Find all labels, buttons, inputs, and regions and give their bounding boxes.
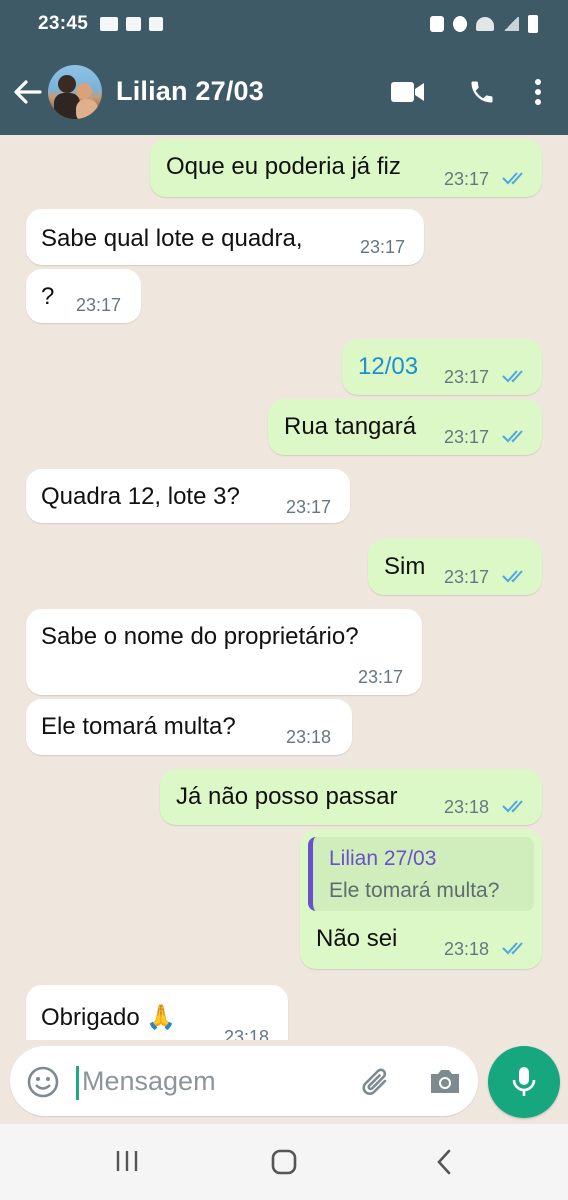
alarm-icon [453,16,467,32]
message-field[interactable]: Mensagem [10,1046,478,1116]
message-text: Já não posso passar [176,783,398,810]
message-text: Oque eu poderia já fiz [166,153,401,180]
read-ticks-icon [502,430,523,443]
home-icon[interactable] [270,1148,298,1181]
avatar[interactable] [48,64,102,119]
message-outgoing-reply[interactable]: Lilian 27/03 Ele tomará multa? Não sei 2… [300,829,542,969]
message-time: 23:18 [224,1027,270,1040]
attach-icon[interactable] [360,1066,394,1105]
quoted-text: Ele tomará multa? [329,879,500,902]
message-time: 23:18 [286,727,332,747]
message-input-bar: Mensagem [0,1040,568,1124]
message-text: 12/03 [358,353,419,380]
wifi-icon [476,17,494,31]
video-call-icon[interactable] [388,72,428,112]
quoted-message[interactable]: Lilian 27/03 Ele tomará multa? [308,837,534,911]
message-time: 23:17 [444,367,490,387]
message-text: Obrigado 🙏 [41,1004,177,1031]
system-icons [430,15,538,33]
lock-icon [430,16,444,32]
message-outgoing[interactable]: Oque eu poderia já fiz 23:17 [150,139,542,197]
message-time: 23:18 [444,797,490,817]
battery-icon [528,15,538,33]
nav-back-icon[interactable] [434,1148,454,1181]
chat-header: Lilian 27/03 [0,48,568,135]
message-text: Quadra 12, lote 3? [41,483,240,510]
message-incoming[interactable]: Obrigado 🙏 23:18 [26,985,288,1040]
status-bar: 23:45 [0,0,568,48]
message-text: Não sei [316,925,398,952]
status-time: 23:45 [38,13,89,34]
message-time: 23:17 [444,427,490,447]
read-ticks-icon [502,570,523,583]
mic-button[interactable] [488,1046,560,1118]
message-outgoing[interactable]: Rua tangará 23:17 [268,399,542,455]
app-icon [149,17,164,31]
message-incoming[interactable]: Sabe qual lote e quadra, 23:17 [26,209,424,265]
message-text: Rua tangará [284,413,417,440]
emoji-icon[interactable] [26,1065,60,1104]
gallery-icon [126,17,142,31]
camera-icon[interactable] [428,1066,462,1101]
message-outgoing[interactable]: Sim 23:17 [368,539,542,595]
read-ticks-icon [502,172,523,185]
read-ticks-icon [502,800,523,813]
mic-icon [512,1067,536,1096]
message-incoming[interactable]: ? 23:17 [26,269,141,323]
text-cursor [76,1066,79,1100]
recents-icon[interactable] [114,1148,140,1179]
signal-icon [503,17,519,31]
quoted-author: Lilian 27/03 [329,847,437,870]
message-time: 23:17 [358,667,404,687]
message-text: ? [41,283,55,310]
message-time: 23:17 [444,169,490,189]
system-nav-bar [0,1124,568,1200]
message-outgoing[interactable]: 12/03 23:17 [342,339,542,395]
read-ticks-icon [502,370,523,383]
contact-name[interactable]: Lilian 27/03 [116,76,354,107]
more-icon[interactable] [528,72,548,112]
message-incoming[interactable]: Ele tomará multa? 23:18 [26,699,352,755]
message-text: Sabe o nome do proprietário? [41,623,359,650]
back-arrow-icon[interactable] [10,75,44,109]
message-text: Sim [384,553,426,580]
message-time: 23:17 [444,567,490,587]
message-incoming[interactable]: Sabe o nome do proprietário? 23:17 [26,609,422,695]
message-outgoing[interactable]: Já não posso passar 23:18 [160,769,542,825]
message-time: 23:18 [444,939,490,959]
message-time: 23:17 [286,497,332,517]
read-ticks-icon [502,942,523,955]
message-text: Ele tomará multa? [41,713,236,740]
top-bar: 23:45 Lilian 27/03 [0,0,568,135]
message-time: 23:17 [76,295,122,315]
chat-messages[interactable]: Oque eu poderia já fiz 23:17 Sabe qual l… [0,135,568,1040]
message-text: Sabe qual lote e quadra, [41,225,303,252]
message-time: 23:17 [360,237,406,257]
message-input[interactable]: Mensagem [82,1066,216,1097]
phone-icon[interactable] [462,72,502,112]
notification-icon [100,17,119,31]
message-incoming[interactable]: Quadra 12, lote 3? 23:17 [26,469,350,523]
notification-icons [100,17,164,31]
